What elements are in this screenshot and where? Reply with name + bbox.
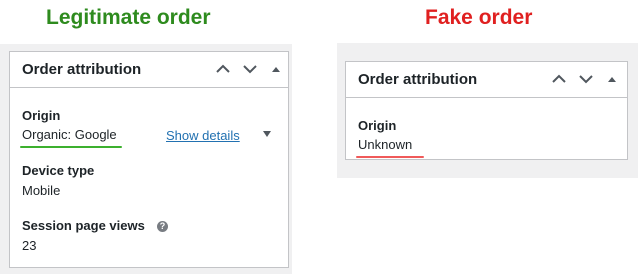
- origin-value: Unknown: [358, 137, 413, 152]
- fake-order-caption: Fake order: [425, 6, 533, 29]
- legit-order-attribution-panel: Order attribution: [9, 51, 289, 268]
- device-type-label: Device type: [22, 163, 95, 178]
- toggle-panel-arrow-icon[interactable]: [604, 71, 620, 87]
- chevron-up-icon[interactable]: [215, 61, 231, 77]
- origin-label: Origin: [22, 108, 61, 123]
- session-page-views-value: 23: [22, 238, 37, 253]
- origin-highlight-underline: [356, 156, 424, 158]
- device-type-value: Mobile: [22, 183, 61, 198]
- dropdown-caret-icon[interactable]: [263, 131, 271, 137]
- show-details-link[interactable]: Show details: [166, 128, 240, 143]
- chevron-down-icon[interactable]: [578, 71, 594, 87]
- help-icon[interactable]: ?: [157, 221, 168, 232]
- origin-label: Origin: [358, 118, 397, 133]
- origin-highlight-underline: [20, 146, 122, 148]
- chevron-up-icon[interactable]: [551, 71, 567, 87]
- toggle-panel-arrow-icon[interactable]: [268, 61, 284, 77]
- panel-header: Order attribution: [346, 62, 627, 98]
- panel-title: Order attribution: [22, 61, 142, 78]
- panel-title: Order attribution: [358, 71, 478, 88]
- panel-header: Order attribution: [10, 52, 288, 88]
- origin-value: Organic: Google: [22, 127, 117, 142]
- session-page-views-label: Session page views: [22, 218, 145, 233]
- chevron-down-icon[interactable]: [242, 61, 258, 77]
- legitimate-order-caption: Legitimate order: [46, 6, 211, 29]
